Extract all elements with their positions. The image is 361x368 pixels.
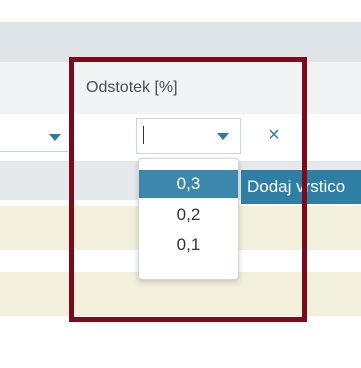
dropdown-option[interactable]: 0,3 [139,170,238,198]
dropdown-option[interactable]: 0,1 [139,231,238,259]
column-label: Odstotek [%] [86,79,178,96]
percent-select[interactable] [136,118,241,154]
left-filter-select[interactable] [0,122,68,152]
column-label-row [0,62,361,114]
add-row-button[interactable]: Dodaj vrstico [241,170,361,204]
text-cursor [143,126,144,144]
table-header-bar [0,22,361,62]
caret-down-icon[interactable] [217,133,229,140]
table-editor: Odstotek [%] × 0,3 0,2 0,1 Dodaj vrstico [0,0,361,368]
dropdown-option[interactable]: 0,2 [139,201,238,229]
caret-down-icon [49,134,61,141]
close-icon[interactable]: × [263,121,285,149]
percent-dropdown-list: 0,3 0,2 0,1 [138,158,239,280]
